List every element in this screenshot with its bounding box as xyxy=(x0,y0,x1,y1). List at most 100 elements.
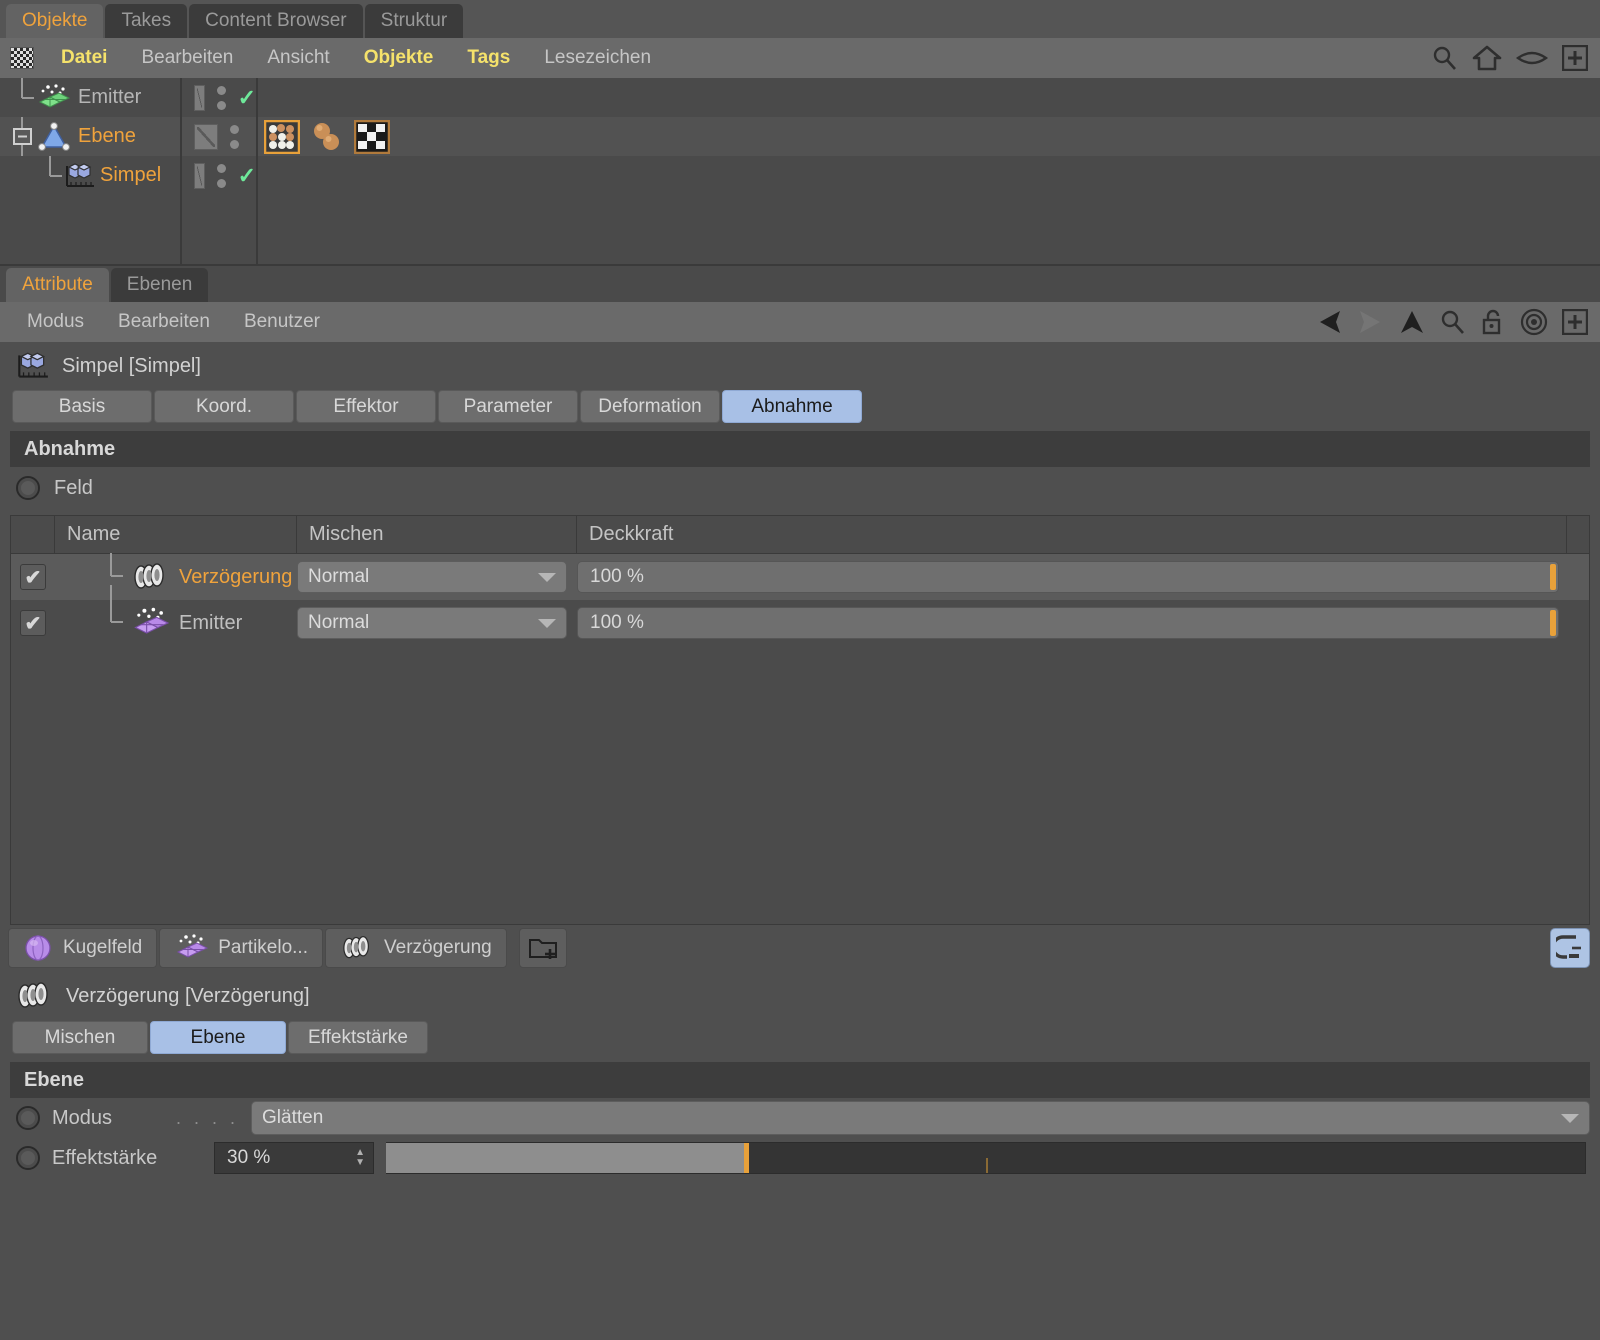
search-icon[interactable] xyxy=(1432,45,1458,71)
tab-objekte[interactable]: Objekte xyxy=(6,4,104,38)
eye-icon[interactable] xyxy=(1516,48,1548,68)
modus-select[interactable]: Glätten xyxy=(251,1101,1590,1135)
effektstaerke-input[interactable]: 30 % ▲ ▼ xyxy=(214,1142,374,1174)
effektstaerke-value: 30 % xyxy=(227,1147,271,1168)
menu-tags[interactable]: Tags xyxy=(450,38,527,78)
field-enable-checkbox[interactable]: ✔ xyxy=(11,610,55,636)
clamp-icon[interactable] xyxy=(1550,928,1590,968)
checkerboard-material-tag[interactable] xyxy=(354,119,390,154)
tab-struktur-label: Struktur xyxy=(380,10,448,31)
object-row-ebene[interactable]: Ebene xyxy=(0,117,180,156)
up-arrow-icon[interactable] xyxy=(1398,308,1426,336)
tab-parameter[interactable]: Parameter xyxy=(438,390,578,423)
tab-abnahme[interactable]: Abnahme xyxy=(722,390,862,423)
attribute-param-tabs: Basis Koord. Effektor Parameter Deformat… xyxy=(0,390,1600,423)
field-opacity-slider[interactable]: 100 % xyxy=(577,561,1559,593)
field-opacity-slider[interactable]: 100 % xyxy=(577,607,1559,639)
search-icon[interactable] xyxy=(1440,309,1466,335)
enable-dots-icon[interactable] xyxy=(216,85,226,110)
object-row-emitter[interactable]: Emitter xyxy=(0,78,180,117)
object-row-simpel[interactable]: Simpel xyxy=(0,156,180,195)
tab-effektstaerke[interactable]: Effektstärke xyxy=(288,1021,428,1054)
tab-content-browser[interactable]: Content Browser xyxy=(189,4,363,38)
visibility-toggle-icon[interactable] xyxy=(194,162,205,189)
visibility-row-ebene[interactable] xyxy=(182,117,256,156)
tab-attribute[interactable]: Attribute xyxy=(6,268,109,302)
chevron-down-icon xyxy=(538,618,556,628)
field-list-row[interactable]: ✔ Emitter Normal 100 % xyxy=(11,585,1589,646)
field-mix-select[interactable]: Normal xyxy=(297,607,567,639)
visibility-toggle-icon[interactable] xyxy=(194,84,205,111)
object-row-label: Simpel xyxy=(100,164,162,186)
slider-end-marker xyxy=(1550,564,1556,590)
slider-tick xyxy=(985,1158,988,1173)
tab-ebene[interactable]: Ebene xyxy=(150,1021,286,1054)
tab-ebenen[interactable]: Ebenen xyxy=(110,268,209,302)
dynamics-spheres-tag[interactable] xyxy=(310,120,344,154)
slider-fill xyxy=(386,1143,746,1173)
tab-mischen[interactable]: Mischen xyxy=(12,1021,148,1054)
field-list-header: Name Mischen Deckkraft xyxy=(11,516,1589,554)
lower-object-title-bar: Verzögerung [Verzögerung] xyxy=(0,971,1600,1021)
effektstaerke-radio-icon[interactable] xyxy=(16,1146,40,1170)
object-row-label: Emitter xyxy=(78,86,142,108)
menu-bearbeiten-attr[interactable]: Bearbeiten xyxy=(101,302,227,342)
tab-ebenen-label: Ebenen xyxy=(126,274,193,295)
column-name: Name xyxy=(55,516,297,553)
field-list: Name Mischen Deckkraft ✔ Verzögerung Nor… xyxy=(10,515,1590,925)
preset-label: Partikelo... xyxy=(218,937,308,958)
unlock-icon[interactable] xyxy=(1480,308,1506,336)
cloner-matrix-tag[interactable] xyxy=(264,119,300,154)
ebene-section-header: Ebene xyxy=(10,1062,1590,1098)
menu-bearbeiten[interactable]: Bearbeiten xyxy=(124,38,250,78)
menu-lesezeichen[interactable]: Lesezeichen xyxy=(527,38,668,78)
menu-datei[interactable]: Datei xyxy=(44,38,124,78)
add-box-icon[interactable] xyxy=(1562,309,1588,335)
preset-label: Kugelfeld xyxy=(63,937,143,958)
enable-dots-icon[interactable] xyxy=(216,163,226,188)
field-mix-value: Normal xyxy=(308,566,370,587)
menu-objekte[interactable]: Objekte xyxy=(347,38,451,78)
cinema4d-window: Objekte Takes Content Browser Struktur D… xyxy=(0,0,1600,1340)
particle-emitter-icon xyxy=(36,84,70,112)
tab-effektor[interactable]: Effektor xyxy=(296,390,436,423)
tab-basis[interactable]: Basis xyxy=(12,390,152,423)
preset-verzoegerung[interactable]: Verzögerung xyxy=(325,928,507,968)
enable-dots-icon[interactable] xyxy=(230,124,239,149)
visibility-toggle-icon[interactable] xyxy=(194,123,218,150)
tags-row-ebene xyxy=(258,117,1600,156)
menu-ansicht[interactable]: Ansicht xyxy=(250,38,346,78)
field-mix-select[interactable]: Normal xyxy=(297,561,567,593)
enabled-check-icon: ✓ xyxy=(237,84,256,110)
tab-koord[interactable]: Koord. xyxy=(154,390,294,423)
stepper-icon[interactable]: ▲ ▼ xyxy=(355,1148,365,1168)
tab-struktur[interactable]: Struktur xyxy=(364,4,464,38)
feld-radio-icon[interactable] xyxy=(16,476,40,500)
tab-deformation[interactable]: Deformation xyxy=(580,390,720,423)
preset-kugelfeld[interactable]: Kugelfeld xyxy=(8,928,158,968)
menu-benutzer[interactable]: Benutzer xyxy=(227,302,337,342)
field-opacity-value: 100 % xyxy=(590,566,644,587)
add-box-icon[interactable] xyxy=(1562,45,1588,71)
slider-marker xyxy=(743,1143,749,1173)
forward-arrow-icon[interactable] xyxy=(1344,308,1384,336)
menu-grip-icon[interactable] xyxy=(10,47,34,69)
preset-partikelobjekt[interactable]: Partikelo... xyxy=(159,928,323,968)
visibility-row-simpel[interactable]: ✓ xyxy=(182,156,256,195)
effektstaerke-slider[interactable] xyxy=(386,1142,1586,1174)
tags-row-simpel xyxy=(258,156,1600,195)
object-manager-toolbar xyxy=(1432,45,1588,71)
field-enable-checkbox[interactable]: ✔ xyxy=(11,564,55,590)
visibility-row-emitter[interactable]: ✓ xyxy=(182,78,256,117)
field-opacity-value: 100 % xyxy=(590,612,644,633)
target-icon[interactable] xyxy=(1520,308,1548,336)
menu-modus[interactable]: Modus xyxy=(10,302,101,342)
home-icon[interactable] xyxy=(1472,45,1502,71)
object-manager-tree: Emitter Ebene Simpel ✓ ✓ xyxy=(0,78,1600,264)
column-mischen: Mischen xyxy=(297,516,577,553)
tab-takes[interactable]: Takes xyxy=(105,4,188,38)
folder-add-icon[interactable] xyxy=(518,928,567,968)
tab-content-browser-label: Content Browser xyxy=(205,10,347,31)
field-list-row[interactable]: ✔ Verzögerung Normal 100 % xyxy=(11,553,1589,600)
modus-radio-icon[interactable] xyxy=(16,1106,40,1130)
